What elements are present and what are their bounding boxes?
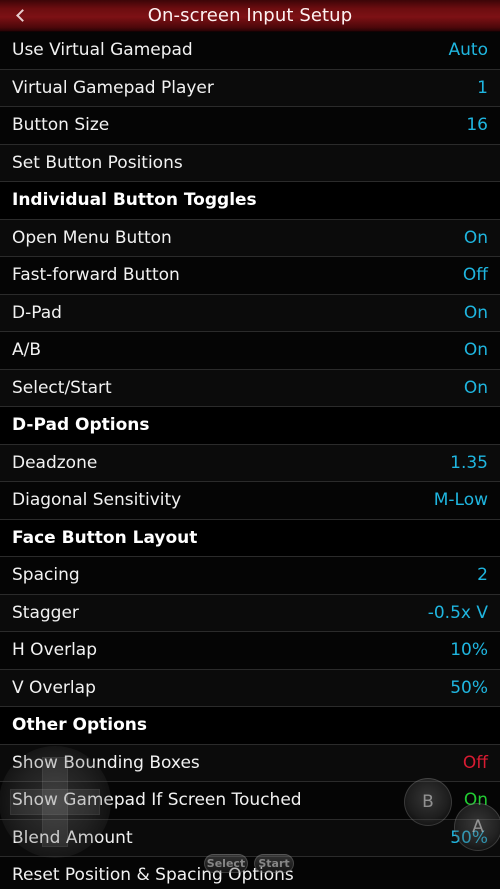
setting-value[interactable]: Off — [463, 265, 488, 285]
setting-value[interactable]: 10% — [450, 640, 488, 660]
titlebar: On-screen Input Setup — [0, 0, 500, 32]
setting-label: D-Pad — [12, 302, 62, 323]
setting-value[interactable]: 2 — [477, 565, 488, 585]
setting-value[interactable]: 1.35 — [450, 453, 488, 473]
setting-row[interactable]: Use Virtual Gamepad Auto — [0, 32, 500, 70]
setting-row[interactable]: Open Menu Button On — [0, 219, 500, 257]
setting-row[interactable]: Spacing 2 — [0, 557, 500, 595]
setting-label: A/B — [12, 340, 42, 361]
gamepad-button-start[interactable]: Start — [254, 854, 294, 873]
setting-row[interactable]: V Overlap 50% — [0, 669, 500, 707]
setting-value[interactable]: Off — [463, 753, 488, 773]
setting-value[interactable]: On — [464, 228, 488, 248]
setting-value[interactable]: -0.5x V — [428, 603, 488, 623]
section-header-label: Other Options — [12, 715, 147, 736]
setting-label: Select/Start — [12, 377, 112, 398]
section-header: Individual Button Toggles — [0, 182, 500, 220]
setting-label: H Overlap — [12, 640, 98, 661]
setting-row[interactable]: Deadzone 1.35 — [0, 444, 500, 482]
page-title: On-screen Input Setup — [147, 5, 353, 26]
setting-value[interactable]: On — [464, 340, 488, 360]
setting-label: Button Size — [12, 115, 110, 136]
section-header: Other Options — [0, 707, 500, 745]
setting-row[interactable]: Set Button Positions — [0, 144, 500, 182]
setting-row[interactable]: Select/Start On — [0, 369, 500, 407]
setting-label: Open Menu Button — [12, 227, 172, 248]
setting-row[interactable]: Diagonal Sensitivity M-Low — [0, 482, 500, 520]
section-header: D-Pad Options — [0, 407, 500, 445]
gamepad-button-b[interactable]: B — [404, 778, 452, 826]
setting-label: Reset Position & Spacing Options — [12, 865, 294, 886]
setting-label: Spacing — [12, 565, 80, 586]
setting-label: Virtual Gamepad Player — [12, 77, 214, 98]
setting-row[interactable]: Reset Position & Spacing Options — [0, 857, 500, 889]
on-screen-input-setup-screen: On-screen Input Setup Use Virtual Gamepa… — [0, 0, 500, 889]
gamepad-button-a[interactable]: A — [454, 803, 500, 851]
setting-value[interactable]: On — [464, 378, 488, 398]
setting-row[interactable]: A/B On — [0, 332, 500, 370]
setting-value[interactable]: 1 — [477, 78, 488, 98]
setting-value[interactable]: Auto — [449, 40, 488, 60]
setting-row[interactable]: Fast-forward Button Off — [0, 257, 500, 295]
setting-value[interactable]: 50% — [450, 678, 488, 698]
setting-value[interactable]: On — [464, 303, 488, 323]
setting-label: Fast-forward Button — [12, 265, 180, 286]
dpad-cross-vertical — [43, 758, 67, 846]
setting-value[interactable]: 16 — [466, 115, 488, 135]
setting-label: Diagonal Sensitivity — [12, 490, 182, 511]
dpad-icon[interactable] — [0, 746, 111, 858]
setting-label: Stagger — [12, 602, 79, 623]
setting-value[interactable]: M-Low — [434, 490, 488, 510]
section-header: Face Button Layout — [0, 519, 500, 557]
setting-label: Set Button Positions — [12, 152, 183, 173]
setting-label: V Overlap — [12, 677, 96, 698]
setting-row[interactable]: D-Pad On — [0, 294, 500, 332]
section-header-label: Individual Button Toggles — [12, 190, 257, 211]
chevron-left-icon — [15, 9, 29, 22]
section-header-label: D-Pad Options — [12, 415, 150, 436]
back-button[interactable] — [0, 0, 40, 31]
setting-row[interactable]: Stagger -0.5x V — [0, 594, 500, 632]
setting-label: Deadzone — [12, 452, 98, 473]
setting-label: Use Virtual Gamepad — [12, 40, 193, 61]
setting-row[interactable]: Button Size 16 — [0, 107, 500, 145]
gamepad-button-select[interactable]: Select — [204, 854, 248, 873]
setting-row[interactable]: H Overlap 10% — [0, 632, 500, 670]
setting-row[interactable]: Virtual Gamepad Player 1 — [0, 69, 500, 107]
section-header-label: Face Button Layout — [12, 527, 198, 548]
